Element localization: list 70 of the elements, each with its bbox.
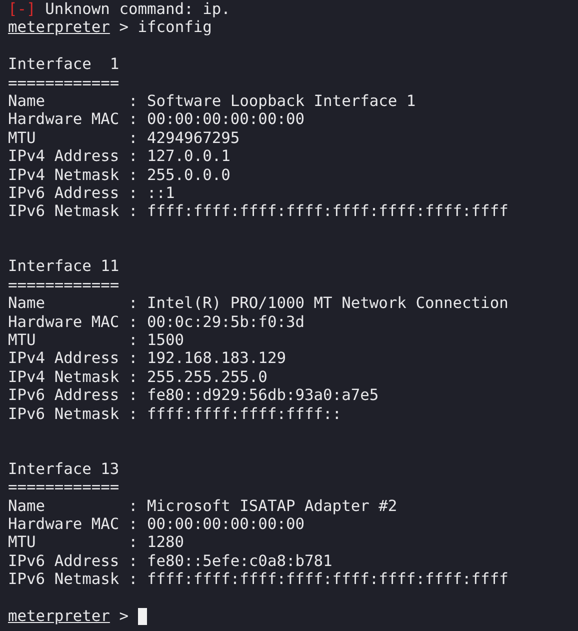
field-separator: :: [128, 514, 139, 534]
field-label: IPv4 Netmask: [8, 166, 120, 184]
field-value: 1280: [146, 533, 184, 552]
field-separator: :: [128, 349, 139, 368]
prompt-label: meterpreter: [8, 606, 110, 626]
field-value: ffff:ffff:ffff:ffff:ffff:ffff:ffff:ffff: [146, 202, 508, 221]
field-value: fe80::5efe:c0a8:b781: [146, 552, 332, 570]
field-label: IPv4 Address: [8, 349, 120, 368]
field-label: IPv6 Address: [8, 386, 120, 405]
field-label: MTU: [8, 533, 37, 552]
field-value: 00:00:00:00:00:00: [146, 110, 305, 129]
field-label: IPv6 Netmask: [8, 202, 120, 221]
interface-title: Interface 11: [8, 257, 120, 276]
field-label: Hardware MAC: [8, 110, 120, 129]
field-separator: :: [128, 533, 139, 552]
field-value: 00:0c:29:5b:f0:3d: [146, 312, 305, 332]
field-value: ffff:ffff:ffff:ffff::: [146, 404, 342, 423]
field-label: IPv6 Netmask: [8, 404, 120, 423]
field-separator: :: [128, 294, 139, 313]
field-separator: :: [128, 404, 139, 423]
field-value: 255.0.0.0: [146, 166, 230, 184]
error-marker: [-]: [8, 0, 36, 18]
field-label: Hardware MAC: [8, 312, 120, 332]
interface-title: Interface 1: [8, 55, 120, 74]
field-separator: :: [128, 331, 139, 350]
field-value: Software Loopback Interface 1: [146, 92, 416, 110]
field-separator: :: [128, 110, 139, 129]
section-rule: ============: [8, 478, 120, 497]
field-label: IPv6 Address: [8, 184, 120, 202]
field-label: IPv6 Netmask: [8, 570, 120, 589]
interface-title: Interface 13: [8, 460, 120, 478]
field-label: MTU: [8, 331, 37, 350]
prompt-symbol: >: [119, 606, 128, 626]
field-value: 255.255.255.0: [146, 368, 268, 386]
field-label: IPv4 Address: [8, 147, 120, 166]
field-label: Name: [8, 92, 46, 110]
field-label: Name: [8, 294, 46, 313]
field-separator: :: [128, 92, 139, 110]
field-value: fe80::d929:56db:93a0:a7e5: [146, 386, 379, 405]
field-value: 1500: [146, 331, 184, 350]
field-label: Hardware MAC: [8, 514, 120, 534]
field-label: IPv6 Address: [8, 552, 120, 570]
field-separator: :: [128, 386, 139, 405]
field-separator: :: [128, 552, 139, 570]
field-value: 127.0.0.1: [146, 147, 230, 166]
field-separator: :: [128, 496, 139, 515]
prompt-symbol: >: [119, 18, 128, 37]
field-label: IPv4 Netmask: [8, 368, 120, 386]
field-separator: :: [128, 202, 139, 221]
field-label: Name: [8, 496, 46, 515]
field-value: ffff:ffff:ffff:ffff:ffff:ffff:ffff:ffff: [146, 570, 508, 589]
prompt-label: meterpreter: [8, 18, 110, 37]
field-value: 00:00:00:00:00:00: [146, 514, 305, 534]
field-separator: :: [128, 368, 139, 386]
section-rule: ============: [8, 74, 120, 92]
error-message: Unknown command: ip.: [45, 0, 230, 18]
field-value: 4294967295: [146, 128, 240, 148]
field-value: Microsoft ISATAP Adapter #2: [146, 496, 398, 515]
field-separator: :: [128, 184, 139, 202]
field-value: ::1: [146, 184, 175, 202]
field-separator: :: [128, 570, 139, 589]
field-value: Intel(R) PRO/1000 MT Network Connection: [146, 294, 508, 313]
field-separator: :: [128, 147, 139, 166]
field-value: 192.168.183.129: [146, 349, 286, 368]
field-separator: :: [128, 128, 139, 148]
field-label: MTU: [8, 128, 37, 148]
command-text: ifconfig: [138, 18, 212, 37]
field-separator: :: [128, 312, 139, 332]
field-separator: :: [128, 166, 139, 184]
section-rule: ============: [8, 276, 120, 294]
